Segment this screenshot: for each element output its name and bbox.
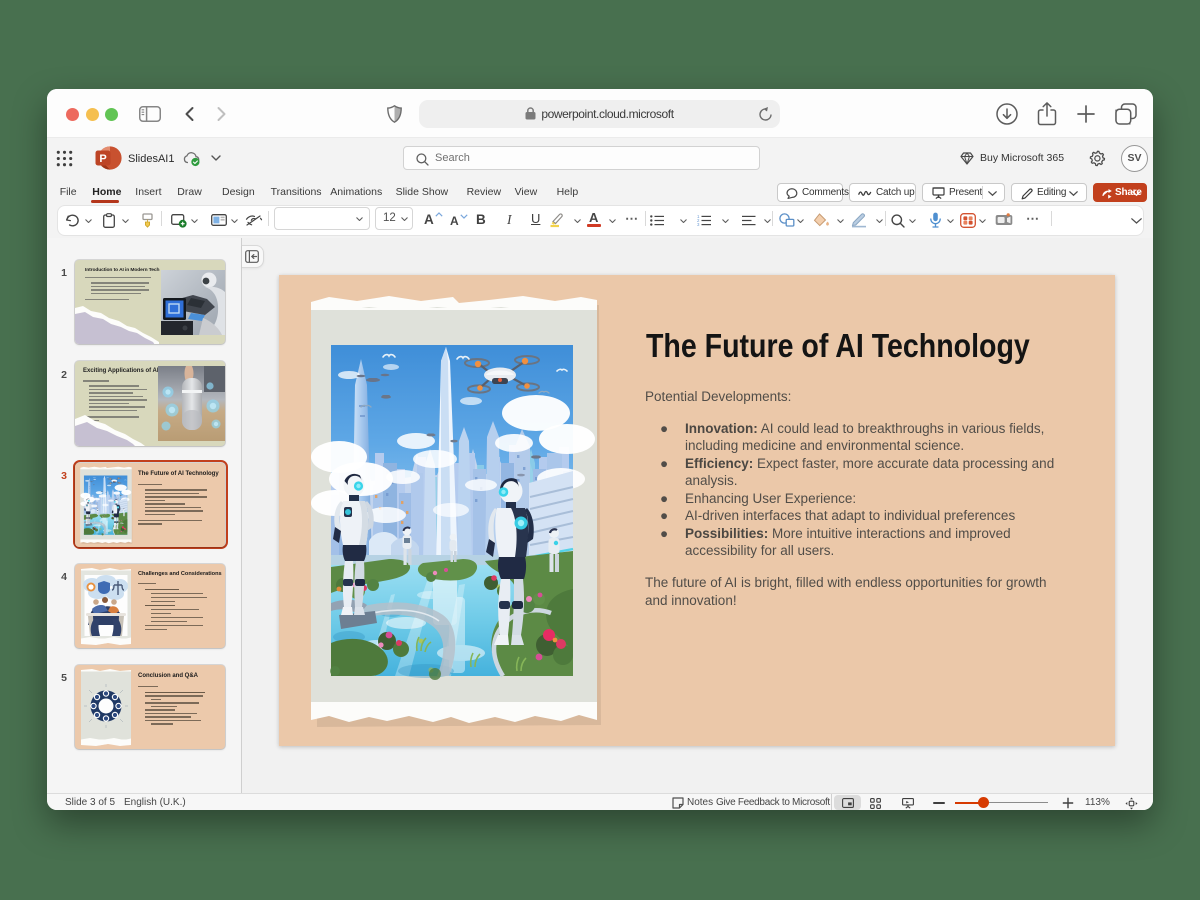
svg-text:P: P: [99, 153, 106, 165]
